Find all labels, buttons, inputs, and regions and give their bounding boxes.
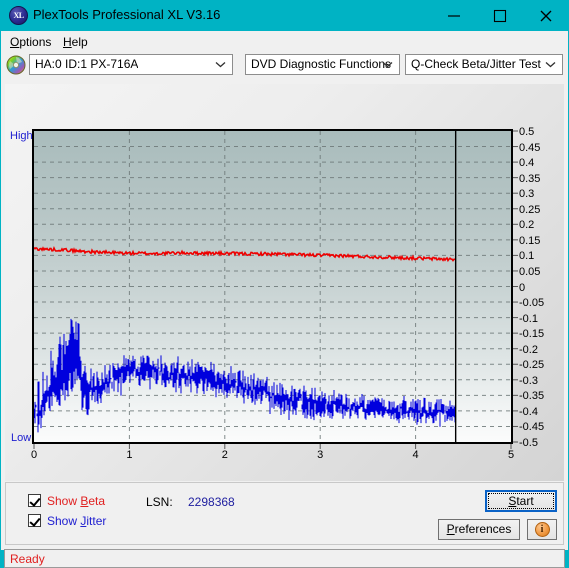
menu-item-options[interactable]: Options [6, 34, 55, 50]
drive-select[interactable]: HA:0 ID:1 PX-716A [29, 54, 233, 75]
y-tick-label: 0.05 [519, 265, 541, 278]
chevron-down-icon [379, 55, 395, 74]
maximize-icon [493, 9, 507, 23]
y-tick-label: -0.25 [519, 359, 545, 372]
window-title: PlexTools Professional XL V3.16 [33, 7, 221, 22]
focus-ring [488, 493, 554, 509]
y-tick-label: 0.5 [519, 126, 535, 138]
y-tick-label: 0.15 [519, 234, 541, 247]
x-axis-labels: 012345 [5, 449, 564, 469]
function-select[interactable]: DVD Diagnostic Functions [245, 54, 400, 75]
y-tick-label: 0.3 [519, 188, 535, 201]
x-axis-ticks [33, 444, 512, 449]
y-tick-label: -0.45 [519, 421, 545, 434]
title-bar: XL PlexTools Professional XL V3.16 [0, 0, 569, 31]
toolbar: HA:0 ID:1 PX-716A DVD Diagnostic Functio… [1, 51, 568, 81]
y-tick-label: -0.05 [519, 297, 545, 310]
application-window: XL PlexTools Professional XL V3.16 Optio… [0, 0, 569, 568]
y-tick-label: 0.25 [519, 203, 541, 216]
close-button[interactable] [523, 0, 569, 31]
preferences-button-label: Preferences [446, 522, 512, 536]
y-tick-label: -0.15 [519, 328, 545, 341]
disc-icon [6, 55, 26, 75]
plot-svg [34, 131, 511, 442]
close-icon [540, 10, 552, 22]
test-select-value: Q-Check Beta/Jitter Test [411, 57, 541, 71]
test-select[interactable]: Q-Check Beta/Jitter Test [405, 54, 563, 75]
show-beta-checkbox[interactable]: Show Beta [28, 494, 105, 508]
app-icon: XL [9, 6, 28, 25]
y-tick-label: -0.4 [519, 405, 538, 418]
lsn-label: LSN: [146, 495, 173, 509]
show-jitter-checkbox[interactable]: Show Jitter [28, 514, 106, 528]
status-bar: Ready [4, 549, 565, 568]
lsn-value: 2298368 [188, 495, 235, 509]
minimize-button[interactable] [431, 0, 477, 31]
chart-panel: High Low 0.5 0.45 0.4 0.35 0.3 0.25 0.2 0.15 0.1… [5, 84, 564, 481]
y-tick-label: -0.3 [519, 374, 538, 387]
drive-select-value: HA:0 ID:1 PX-716A [35, 57, 139, 71]
minimize-icon [448, 15, 460, 17]
plot-area[interactable] [32, 129, 513, 444]
y-axis-labels: 0.5 0.45 0.4 0.35 0.3 0.25 0.2 0.15 0.1 0.05 0 -0.0… [519, 125, 563, 450]
checkbox-checked-icon [28, 494, 41, 507]
chevron-down-icon [542, 55, 558, 74]
checkbox-checked-icon [28, 514, 41, 527]
start-button[interactable]: Start [485, 490, 557, 512]
preferences-button[interactable]: Preferences [438, 519, 520, 540]
client-area: Options Help HA:0 ID:1 PX-716A DVD Diagn… [1, 31, 568, 568]
chevron-down-icon [212, 55, 228, 74]
status-text: Ready [10, 552, 45, 566]
info-icon: i [534, 522, 550, 537]
y-tick-label: -0.35 [519, 390, 545, 403]
info-button[interactable]: i [527, 519, 557, 540]
y-tick-label: -0.2 [519, 343, 538, 356]
y-tick-label: 0.35 [519, 172, 541, 185]
y-tick-label: 0.45 [519, 141, 541, 154]
y-tick-label: 0.1 [519, 250, 535, 263]
y-tick-label: -0.1 [519, 312, 538, 325]
y-axis-ticks [513, 130, 518, 443]
menu-item-help[interactable]: Help [59, 34, 92, 50]
menu-bar: Options Help [1, 31, 568, 51]
show-jitter-label: Show Jitter [47, 514, 107, 528]
y-tick-label: 0.2 [519, 219, 535, 232]
show-beta-label: Show Beta [47, 494, 106, 508]
maximize-button[interactable] [477, 0, 523, 31]
axis-high-label: High [10, 130, 33, 142]
options-panel: Show Beta Show Jitter LSN: 2298368 Start… [5, 482, 564, 545]
y-tick-label: 0.4 [519, 157, 535, 170]
function-select-value: DVD Diagnostic Functions [251, 57, 392, 71]
axis-low-label: Low [11, 432, 32, 444]
